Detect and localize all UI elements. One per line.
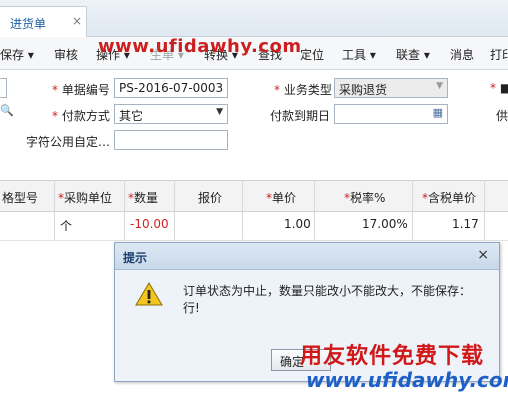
required-mark: * [274, 83, 280, 97]
close-icon[interactable]: × [72, 14, 82, 28]
cell-tax-rate[interactable]: 17.00% [362, 217, 408, 231]
pay-due-label: 付款到期日 [270, 109, 331, 123]
required-mark: * [52, 83, 58, 97]
tab-label: 进货单 [10, 17, 47, 31]
tools-menu[interactable]: 工具 ▾ [342, 46, 376, 63]
close-icon[interactable]: × [477, 247, 489, 263]
col-unit[interactable]: 采购单位 [64, 191, 112, 205]
col-qty[interactable]: 数量 [134, 191, 158, 205]
locate-button[interactable]: 定位 [300, 46, 324, 63]
left-field-edge [0, 78, 7, 98]
col-divider [54, 180, 55, 240]
col-divider [314, 180, 315, 240]
custom-field-input[interactable] [114, 130, 228, 150]
doc-no-label: 单据编号 [61, 83, 110, 97]
col-divider [412, 180, 413, 240]
biz-type-select[interactable]: 采购退货 ▼ [334, 78, 448, 98]
calendar-icon[interactable]: ▦ [433, 106, 443, 119]
pay-method-label: 付款方式 [61, 109, 110, 123]
col-price[interactable]: 单价 [272, 191, 296, 205]
brand-watermark: 用友软件免费下载 [300, 344, 485, 369]
pay-method-select[interactable]: 其它 ▼ [114, 104, 228, 124]
pay-due-date-field[interactable]: ▦ [334, 104, 448, 124]
pay-method-value: 其它 [119, 109, 144, 123]
custom-field-label: 字符公用自定… [26, 135, 111, 149]
biz-type-label: 业务类型 [283, 83, 332, 97]
dialog-title: 提示 [123, 251, 148, 265]
url-watermark: www.ufidawhy.com [306, 368, 508, 392]
save-button[interactable]: 保存 ▾ [0, 46, 34, 63]
partial-label: 供 [496, 109, 508, 123]
col-divider [124, 180, 125, 240]
chevron-down-icon: ▼ [216, 107, 223, 117]
col-spec[interactable]: 格型号 [2, 189, 38, 206]
lookup-icon[interactable]: 🔍 [0, 104, 14, 117]
required-mark: * [52, 109, 58, 123]
col-quote[interactable]: 报价 [198, 189, 222, 206]
chevron-down-icon: ▼ [436, 81, 443, 91]
doc-no-field[interactable]: PS-2016-07-0003 [114, 78, 228, 98]
grid-header: 格型号 *采购单位 *数量 报价 *单价 *税率% *含税单价 [0, 180, 508, 212]
print-button[interactable]: 打印 [490, 46, 508, 63]
related-menu[interactable]: 联查 ▾ [396, 46, 430, 63]
biz-type-value: 采购退货 [339, 83, 388, 97]
col-divider [174, 180, 175, 240]
required-mark: * [490, 81, 496, 95]
cell-qty[interactable]: -10.00 [130, 217, 169, 231]
col-tax-rate[interactable]: 税率% [350, 191, 385, 205]
audit-button[interactable]: 审核 [54, 46, 78, 63]
col-tax-price[interactable]: 含税单价 [428, 191, 476, 205]
col-divider [242, 180, 243, 240]
cell-price[interactable]: 1.00 [284, 217, 311, 231]
row-divider [0, 240, 508, 241]
tab-purchase-order[interactable]: 进货单 × [0, 6, 87, 38]
cell-unit[interactable]: 个 [60, 217, 72, 234]
site-watermark: www.ufidawhy.com [98, 36, 302, 57]
col-divider [484, 180, 485, 240]
warning-icon [135, 282, 163, 306]
dialog-titlebar[interactable]: 提示 × [115, 243, 499, 270]
message-button[interactable]: 消息 [450, 46, 474, 63]
cell-tax-price[interactable]: 1.17 [452, 217, 479, 231]
tab-strip: 进货单 × [0, 0, 508, 38]
dialog-message: 订单状态为中止，数量只能改小不能改大，不能保存：行! [183, 284, 472, 315]
